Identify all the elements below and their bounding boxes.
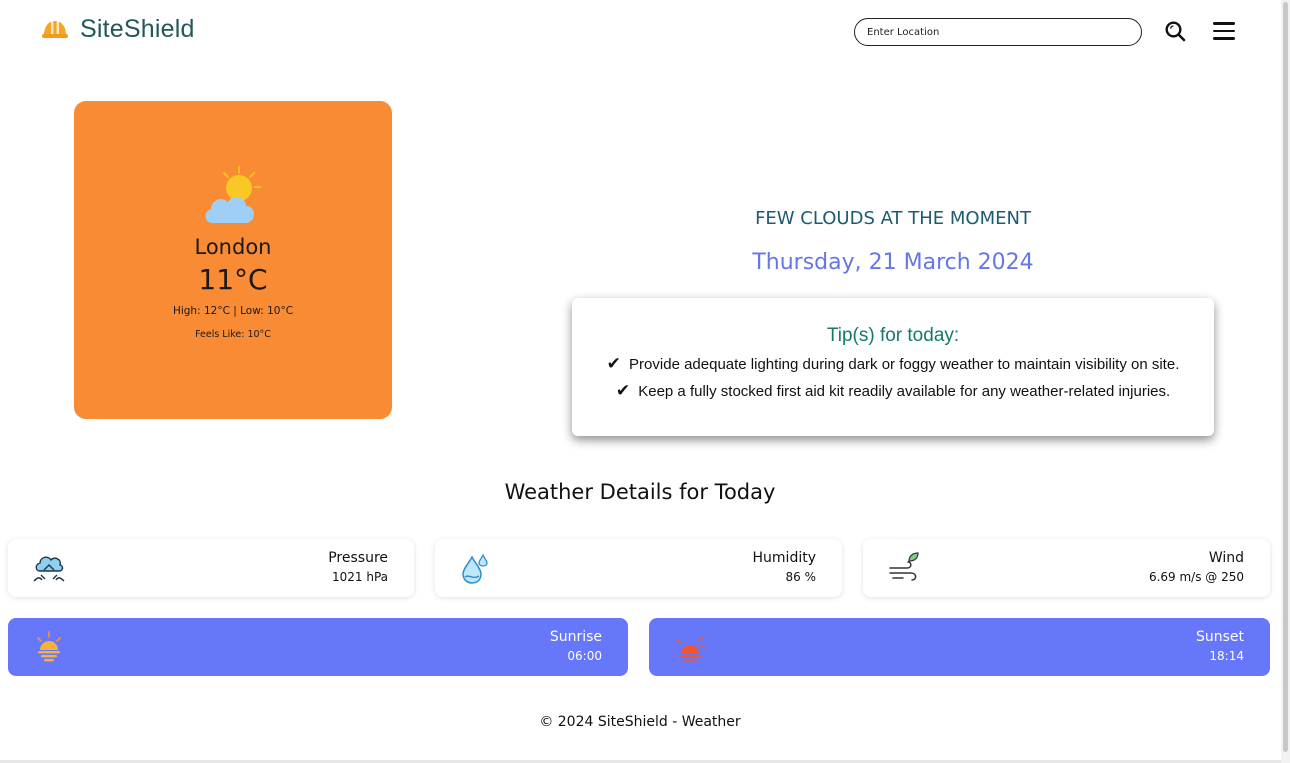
sunrise-value: 06:00 [567, 649, 602, 663]
checkmark-icon: ✔ [606, 354, 621, 373]
feels-like-temperature: Feels Like: 10°C [195, 329, 271, 340]
sunset-value: 18:14 [1209, 649, 1244, 663]
tip-item: ✔ Keep a fully stocked first aid kit rea… [572, 381, 1214, 401]
scrollbar-thumb[interactable] [1283, 2, 1288, 752]
pressure-label: Pressure [328, 550, 388, 566]
tips-title: Tip(s) for today: [826, 325, 960, 346]
hard-hat-icon [42, 21, 68, 38]
checkmark-icon: ✔ [615, 381, 631, 400]
tip-text: Provide adequate lighting during dark or… [629, 356, 1180, 373]
hamburger-icon [1213, 22, 1235, 25]
details-heading: Weather Details for Today [504, 480, 776, 504]
wind-value: 6.69 m/s @ 250 [1148, 570, 1244, 584]
sunrise-tile: Sunrise 06:00 [8, 618, 628, 676]
sun-behind-cloud-icon [205, 166, 261, 223]
sunrise-label: Sunrise [549, 629, 602, 645]
sunrise-icon [37, 631, 61, 662]
footer-text: © 2024 SiteShield - Weather [539, 714, 741, 730]
wind-tile: Wind 6.69 m/s @ 250 [863, 539, 1270, 597]
high-low-temperature: High: 12°C | Low: 10°C [172, 305, 294, 317]
tips-panel: Tip(s) for today: ✔ Provide adequate lig… [572, 298, 1214, 436]
vertical-scrollbar[interactable] [1281, 0, 1290, 763]
current-weather-card: London 11°C High: 12°C | Low: 10°C Feels… [74, 101, 392, 419]
pressure-value: 1021 hPa [331, 570, 388, 584]
tip-text: Keep a fully stocked first aid kit readi… [638, 383, 1171, 400]
humidity-label: Humidity [752, 550, 816, 566]
current-date: Thursday, 21 March 2024 [752, 250, 1034, 275]
brand-logo[interactable]: SiteShield [40, 14, 195, 44]
tip-item: ✔ Provide adequate lighting during dark … [572, 354, 1214, 374]
wind-icon [889, 552, 919, 581]
humidity-icon [462, 553, 488, 584]
search-button[interactable] [1162, 18, 1188, 44]
city-name: London [194, 235, 272, 259]
humidity-tile: Humidity 86 % [435, 539, 842, 597]
humidity-value: 86 % [785, 570, 817, 584]
current-temperature: 11°C [198, 263, 268, 296]
sunset-tile: Sunset 18:14 [649, 618, 1270, 676]
sunset-icon [676, 637, 706, 661]
search-icon [1165, 21, 1186, 42]
sunset-label: Sunset [1195, 629, 1244, 645]
menu-button[interactable] [1210, 18, 1238, 44]
weather-description: FEW CLOUDS AT THE MOMENT [755, 208, 1031, 229]
pressure-tile: Pressure 1021 hPa [8, 539, 414, 597]
brand-name: SiteShield [80, 14, 195, 43]
wind-label: Wind [1208, 550, 1244, 566]
location-search-input[interactable] [854, 18, 1142, 46]
pressure-icon [33, 556, 65, 582]
